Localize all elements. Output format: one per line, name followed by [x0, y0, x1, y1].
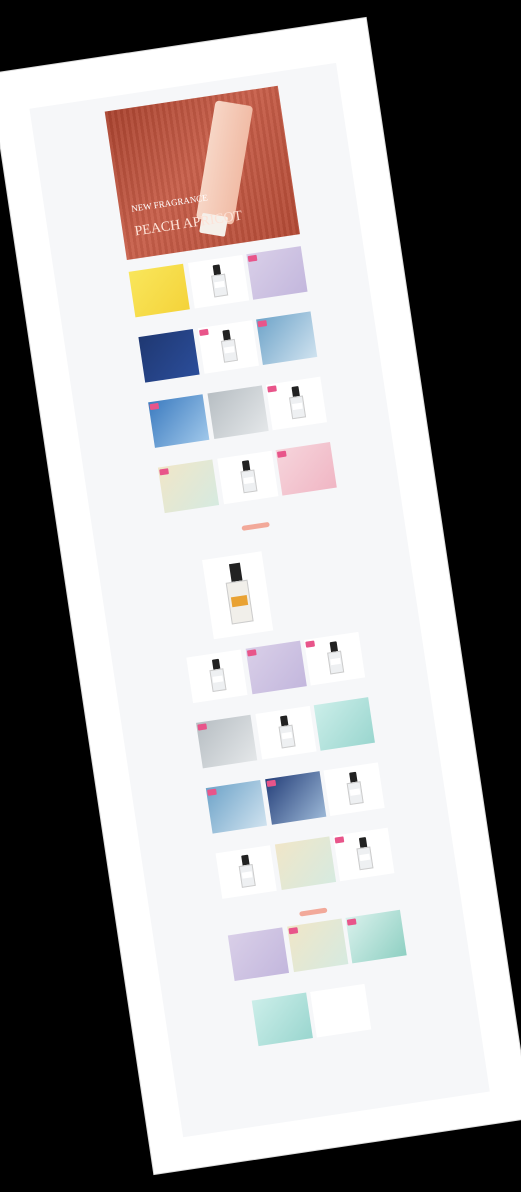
sale-badge: [159, 468, 169, 476]
product-card[interactable]: [333, 827, 398, 897]
perfume-bottle-icon: [288, 386, 307, 420]
sale-badge: [257, 319, 268, 328]
product-card[interactable]: [251, 992, 316, 1062]
product-card[interactable]: [138, 329, 202, 398]
screenshot-sheet: NEW FRAGRANCE PEACH APRICOT: [0, 18, 521, 1174]
perfume-bottle-icon: [209, 264, 228, 298]
product-card[interactable]: [304, 631, 368, 701]
product-image[interactable]: [275, 441, 338, 496]
product-card[interactable]: [310, 983, 374, 1053]
product-image[interactable]: [138, 329, 200, 383]
product-image[interactable]: [264, 771, 326, 825]
product-image[interactable]: [216, 450, 279, 505]
perfume-bottle-icon: [355, 837, 374, 871]
featured-product[interactable]: [202, 539, 357, 640]
product-card[interactable]: [128, 263, 193, 333]
product-image[interactable]: [205, 779, 267, 834]
product-card[interactable]: [157, 459, 222, 529]
product-image[interactable]: [274, 836, 336, 891]
product-image[interactable]: [314, 697, 376, 751]
product-image[interactable]: [187, 254, 249, 309]
product-image[interactable]: [310, 983, 372, 1038]
perfume-bottle-icon: [277, 715, 296, 749]
more-button[interactable]: [240, 521, 270, 531]
product-image[interactable]: [207, 385, 269, 440]
product-grid-b: [186, 631, 398, 915]
product-image[interactable]: [196, 714, 258, 769]
perfume-bottle-icon: [326, 641, 345, 675]
product-card[interactable]: [246, 246, 311, 315]
product-card[interactable]: [186, 649, 250, 718]
product-image[interactable]: [197, 320, 259, 374]
product-image[interactable]: [157, 459, 220, 514]
sale-badge: [305, 640, 316, 648]
perfume-bottle-icon: [219, 329, 238, 363]
sale-badge: [207, 788, 217, 796]
product-image[interactable]: [266, 376, 328, 431]
product-image[interactable]: [245, 640, 307, 695]
featured-product-image[interactable]: [202, 551, 274, 640]
product-image[interactable]: [246, 246, 308, 300]
sale-badge: [347, 918, 357, 926]
page-background: NEW FRAGRANCE PEACH APRICOT: [29, 62, 490, 1138]
sale-badge: [247, 254, 258, 262]
store-page: NEW FRAGRANCE PEACH APRICOT: [104, 85, 420, 1064]
product-card[interactable]: [216, 450, 281, 520]
hero-banner[interactable]: NEW FRAGRANCE PEACH APRICOT: [104, 85, 300, 260]
product-card[interactable]: [196, 714, 260, 784]
perfume-bottle-icon: [345, 771, 365, 805]
product-card[interactable]: [255, 705, 319, 775]
product-card[interactable]: [227, 927, 292, 996]
product-card[interactable]: [197, 320, 261, 389]
product-image[interactable]: [148, 394, 210, 448]
product-card[interactable]: [215, 845, 280, 914]
more-button[interactable]: [298, 907, 328, 917]
product-card[interactable]: [205, 779, 270, 849]
product-card[interactable]: [275, 441, 340, 511]
product-image[interactable]: [128, 263, 190, 318]
product-card[interactable]: [266, 376, 330, 446]
sale-badge: [334, 836, 345, 844]
product-image[interactable]: [251, 992, 313, 1047]
perfume-bottle-icon: [223, 562, 254, 625]
product-card[interactable]: [207, 385, 271, 454]
product-card[interactable]: [274, 836, 339, 905]
perfume-bottle-icon: [208, 658, 227, 693]
sale-badge: [149, 402, 160, 411]
product-card[interactable]: [323, 762, 388, 831]
product-image[interactable]: [255, 705, 317, 760]
sale-badge: [198, 328, 209, 337]
product-card[interactable]: [264, 771, 329, 840]
product-image[interactable]: [227, 927, 290, 981]
product-grid-a: [128, 246, 341, 529]
sale-badge: [277, 450, 288, 458]
product-card[interactable]: [345, 909, 410, 979]
sale-badge: [288, 927, 298, 935]
product-card[interactable]: [187, 254, 252, 324]
product-card[interactable]: [148, 394, 212, 463]
product-card[interactable]: [286, 918, 351, 988]
product-image[interactable]: [215, 845, 277, 899]
perfume-bottle-icon: [239, 460, 258, 494]
product-image[interactable]: [186, 649, 248, 704]
product-card[interactable]: [245, 640, 309, 710]
featured-product-text: [271, 541, 342, 629]
hero-texture: [104, 85, 300, 260]
product-card[interactable]: [256, 311, 320, 380]
sale-badge: [266, 779, 276, 788]
sale-badge: [246, 649, 257, 657]
sale-badge: [197, 723, 208, 731]
product-image[interactable]: [333, 827, 395, 882]
perfume-bottle-icon: [237, 854, 256, 888]
sale-badge: [267, 385, 278, 393]
product-image[interactable]: [323, 762, 386, 816]
product-image[interactable]: [345, 909, 408, 964]
product-image[interactable]: [256, 311, 318, 365]
product-card[interactable]: [314, 697, 378, 766]
product-image[interactable]: [286, 918, 349, 973]
product-image[interactable]: [304, 631, 366, 686]
